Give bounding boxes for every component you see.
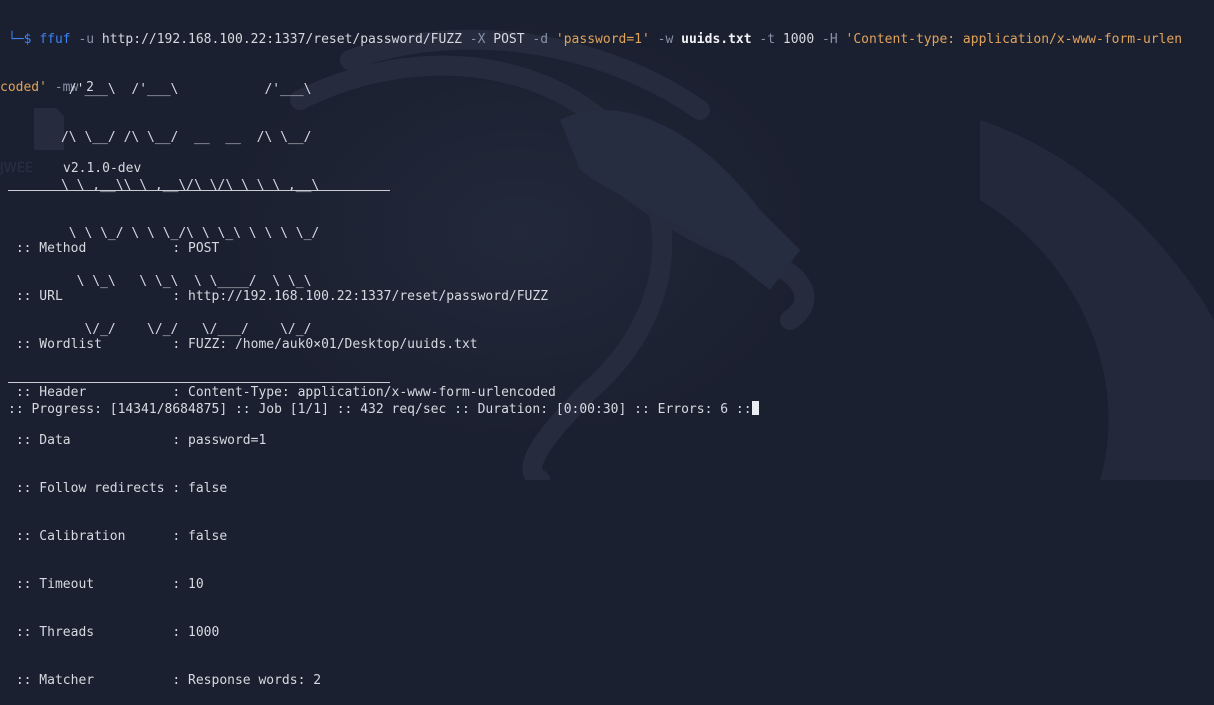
config-row: :: Data : password=1 xyxy=(8,433,556,449)
config-value: http://192.168.100.22:1337/reset/passwor… xyxy=(188,289,549,304)
command-data: 'password=1' xyxy=(548,32,650,47)
config-key: :: URL : xyxy=(8,289,189,304)
flag-X: -X xyxy=(461,32,486,47)
config-key: :: Timeout : xyxy=(8,577,189,592)
config-value: false xyxy=(188,481,228,496)
config-key: :: Header : xyxy=(8,385,189,400)
prompt-corner: └─$ xyxy=(8,32,40,47)
config-value: POST xyxy=(188,241,220,256)
progress-line: :: Progress: [14341/8684875] :: Job [1/1… xyxy=(8,401,759,418)
config-row: :: Timeout : 10 xyxy=(8,577,556,593)
banner-line: \ \ ,__\\ \ ,__\/\ \/\ \ \ \ ,__\ xyxy=(14,178,320,193)
config-key: :: Matcher : xyxy=(8,673,189,688)
command-wordlist: uuids.txt xyxy=(673,32,752,47)
config-key: :: Data : xyxy=(8,433,189,448)
banner-line: /\ \__/ /\ \__/ __ __ /\ \__/ xyxy=(14,130,312,145)
config-value: 1000 xyxy=(188,625,220,640)
flag-t: -t xyxy=(751,32,776,47)
command-threads: 1000 xyxy=(775,32,815,47)
config-row: :: Matcher : Response words: 2 xyxy=(8,673,556,689)
config-row: :: Header : Content-Type: application/x-… xyxy=(8,385,556,401)
config-value: FUZZ: /home/auk0×01/Desktop/uuids.txt xyxy=(188,337,478,352)
config-value: 10 xyxy=(188,577,204,592)
banner-line: /'___\ /'___\ /'___\ xyxy=(14,82,312,97)
command-method: POST xyxy=(485,32,525,47)
config-list: :: Method : POST :: URL : http://192.168… xyxy=(8,209,556,705)
flag-H: -H xyxy=(814,32,838,47)
config-key: :: Follow redirects : xyxy=(8,481,189,496)
config-row: :: Threads : 1000 xyxy=(8,625,556,641)
config-row: :: Method : POST xyxy=(8,241,556,257)
config-key: :: Threads : xyxy=(8,625,189,640)
command-line-1: └─$ ffuf -u http://192.168.100.22:1337/r… xyxy=(8,32,1208,48)
config-row: :: Calibration : false xyxy=(8,529,556,545)
config-row: :: Follow redirects : false xyxy=(8,481,556,497)
config-row: :: URL : http://192.168.100.22:1337/rese… xyxy=(8,289,556,305)
config-value: false xyxy=(188,529,228,544)
flag-u: -u xyxy=(70,32,95,47)
divider-top xyxy=(8,190,390,191)
config-key: :: Method : xyxy=(8,241,189,256)
version-label: v2.1.0-dev xyxy=(63,161,142,176)
terminal-cursor[interactable] xyxy=(751,401,759,415)
command-header-part: 'Content-type: application/x-www-form-ur… xyxy=(837,32,1183,47)
config-row: :: Wordlist : FUZZ: /home/auk0×01/Deskto… xyxy=(8,337,556,353)
flag-d: -d xyxy=(524,32,549,47)
command-exe: ffuf xyxy=(39,32,71,47)
config-key: :: Calibration : xyxy=(8,529,189,544)
config-value: password=1 xyxy=(188,433,267,448)
config-value: Content-Type: application/x-www-form-url… xyxy=(188,385,556,400)
progress-status: :: Progress: [14341/8684875] :: Job [1/1… xyxy=(8,402,752,417)
divider-bottom xyxy=(8,382,390,383)
flag-w: -w xyxy=(649,32,674,47)
config-key: :: Wordlist : xyxy=(8,337,189,352)
config-value: Response words: 2 xyxy=(188,673,322,688)
command-url: http://192.168.100.22:1337/reset/passwor… xyxy=(94,32,462,47)
